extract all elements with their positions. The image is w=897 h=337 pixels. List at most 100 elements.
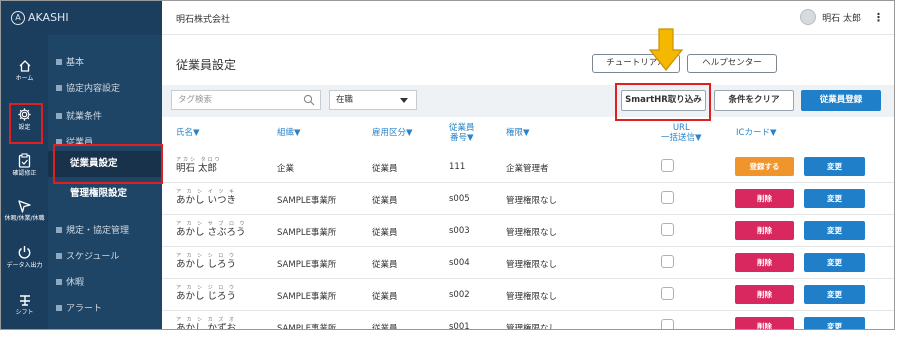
employee-org: 企業 [277, 164, 295, 174]
icon-rail: ホーム 設定 確認修正 休暇/休業/休職 データ入出力 シフト [1, 35, 48, 329]
employee-name: あかし いつき [176, 195, 237, 206]
status-select[interactable]: 在職 [329, 90, 417, 110]
sidebar-item-alert[interactable]: アラート [56, 301, 102, 314]
smarthr-import-button[interactable]: SmartHR取り込み [621, 90, 706, 111]
change-button[interactable]: 変更 [804, 253, 865, 272]
rail-data[interactable]: データ入出力 [1, 245, 48, 270]
bullet-icon [56, 58, 62, 65]
employee-name-cell: ア カ シ サ ブ ロ ウあかし さぶろう [176, 221, 247, 239]
employee-name: あかし しろう [176, 259, 237, 270]
column-header-type[interactable]: 雇用区分▼ [372, 128, 413, 138]
sidebar-item-basic[interactable]: 基本 [56, 55, 84, 68]
tag-search-input[interactable]: タグ検索 [171, 90, 321, 110]
table-row[interactable]: ア カ シ イ ツ キあかし いつき SAMPLE事業所 従業員 s005 管理権限なし… [162, 183, 894, 215]
delete-ic-button[interactable]: 削除 [735, 285, 794, 304]
more-menu-icon[interactable]: ⋮ [873, 11, 884, 24]
help-center-button[interactable]: ヘルプセンター [687, 54, 777, 73]
change-button[interactable]: 変更 [804, 317, 865, 329]
logo[interactable]: A AKASHI [1, 1, 162, 35]
clear-conditions-button[interactable]: 条件をクリア [714, 90, 794, 111]
employee-type: 従業員 [372, 324, 398, 330]
column-header-url-send[interactable]: URL 一括送信▼ [661, 123, 702, 143]
column-header-org[interactable]: 組織▼ [277, 128, 301, 138]
table-row[interactable]: ア カ シ カ ズ オあかし かずお SAMPLE事業所 従業員 s001 管理権限なし… [162, 311, 894, 330]
sidebar-item-label: スケジュール [66, 252, 120, 262]
logo-mark: A [11, 11, 25, 25]
sidebar-item-admin-rights[interactable]: 管理権限設定 [48, 181, 162, 207]
column-header-url-line2: 一括送信▼ [661, 133, 702, 143]
rail-check[interactable]: 確認修正 [1, 153, 48, 178]
clipboard-icon [18, 153, 31, 168]
url-send-checkbox[interactable] [661, 255, 674, 268]
delete-ic-button[interactable]: 削除 [735, 317, 794, 329]
column-header-ic-card[interactable]: ICカード▼ [736, 128, 776, 138]
url-send-checkbox[interactable] [661, 159, 674, 172]
sidebar-item-holiday[interactable]: 休暇 [56, 275, 84, 288]
employee-role: 管理権限なし [506, 228, 558, 238]
column-header-name[interactable]: 氏名▼ [176, 128, 200, 138]
sidebar-item-label: 協定内容設定 [66, 84, 121, 94]
search-icon [303, 94, 315, 106]
delete-ic-button[interactable]: 削除 [735, 253, 794, 272]
sidebar-item-label: 規定・協定管理 [66, 226, 130, 236]
column-header-number-line1: 従業員 [449, 123, 475, 133]
bullet-icon [56, 138, 62, 145]
employee-number: s005 [449, 194, 470, 204]
rail-label: シフト [15, 309, 34, 316]
column-header-number-line2: 番号▼ [449, 133, 474, 143]
sub-sidebar: 基本 協定内容設定 就業条件 従業員 従業員設定 管理権限設定 規定・協定管理 … [48, 35, 162, 329]
employee-org: SAMPLE事業所 [277, 228, 337, 238]
user-menu[interactable]: 明石 太郎 ⋮ [800, 9, 884, 25]
delete-ic-button[interactable]: 削除 [735, 189, 794, 208]
sidebar-item-label: 就業条件 [66, 112, 103, 122]
sidebar-item-work-conditions[interactable]: 就業条件 [56, 109, 102, 122]
table-row[interactable]: アカシ タロウ 明石 太郎 企業 従業員 111 企業管理者 登録する 変更 [162, 151, 894, 183]
sidebar-item-schedule[interactable]: スケジュール [56, 249, 119, 262]
change-button[interactable]: 変更 [804, 157, 865, 176]
employee-name: 明石 太郎 [176, 163, 218, 174]
page-title: 従業員設定 [176, 58, 237, 72]
change-button[interactable]: 変更 [804, 189, 865, 208]
change-button[interactable]: 変更 [804, 285, 865, 304]
rail-leave[interactable]: 休暇/休業/休職 [1, 199, 48, 223]
table-row[interactable]: ア カ シ シ ロ ウあかし しろう SAMPLE事業所 従業員 s004 管理権限なし… [162, 247, 894, 279]
column-header-role[interactable]: 権限▼ [506, 128, 530, 138]
sidebar-item-label: 従業員 [66, 138, 94, 148]
sidebar-item-employees[interactable]: 従業員 [56, 135, 93, 148]
rail-label: 休暇/休業/休職 [4, 215, 45, 222]
rail-settings[interactable]: 設定 [1, 107, 48, 132]
employee-number: 111 [449, 162, 466, 172]
employee-number: s001 [449, 322, 470, 330]
employee-org: SAMPLE事業所 [277, 324, 337, 330]
bullet-icon [56, 84, 62, 91]
employee-name-cell: アカシ タロウ 明石 太郎 [176, 157, 222, 175]
column-header-url-line1: URL [672, 123, 690, 133]
table-row[interactable]: ア カ シ サ ブ ロ ウあかし さぶろう SAMPLE事業所 従業員 s003 管理権… [162, 215, 894, 247]
employee-name: あかし じろう [176, 291, 237, 302]
top-bar: 明石株式会社 明石 太郎 ⋮ [162, 1, 894, 35]
column-header-number[interactable]: 従業員 番号▼ [449, 123, 475, 143]
rail-shift[interactable]: シフト [1, 293, 48, 317]
url-send-checkbox[interactable] [661, 223, 674, 236]
rail-label: 設定 [18, 124, 31, 131]
rail-home[interactable]: ホーム [1, 59, 48, 83]
employee-role: 企業管理者 [506, 164, 549, 174]
sidebar-item-agreement[interactable]: 協定内容設定 [56, 81, 120, 94]
register-employee-button[interactable]: 従業員登録 [801, 90, 881, 111]
register-ic-button[interactable]: 登録する [735, 157, 794, 176]
user-name: 明石 太郎 [822, 13, 861, 24]
table-row[interactable]: ア カ シ ジ ロ ウあかし じろう SAMPLE事業所 従業員 s002 管理権限なし… [162, 279, 894, 311]
url-send-checkbox[interactable] [661, 287, 674, 300]
employee-name-cell: ア カ シ カ ズ オあかし かずお [176, 317, 237, 330]
sidebar-item-employee-settings[interactable]: 従業員設定 [48, 151, 162, 177]
app-window: A AKASHI ホーム 設定 確認修正 休暇/休業/休職 データ入出力 シフト [0, 0, 895, 330]
sidebar-item-label: アラート [66, 304, 103, 314]
employee-name-cell: ア カ シ イ ツ キあかし いつき [176, 189, 236, 207]
delete-ic-button[interactable]: 削除 [735, 221, 794, 240]
url-send-checkbox[interactable] [661, 191, 674, 204]
url-send-checkbox[interactable] [661, 319, 674, 329]
change-button[interactable]: 変更 [804, 221, 865, 240]
sidebar-item-rules[interactable]: 規定・協定管理 [56, 223, 129, 236]
employee-type: 従業員 [372, 228, 398, 238]
employee-name: あかし かずお [176, 323, 237, 330]
